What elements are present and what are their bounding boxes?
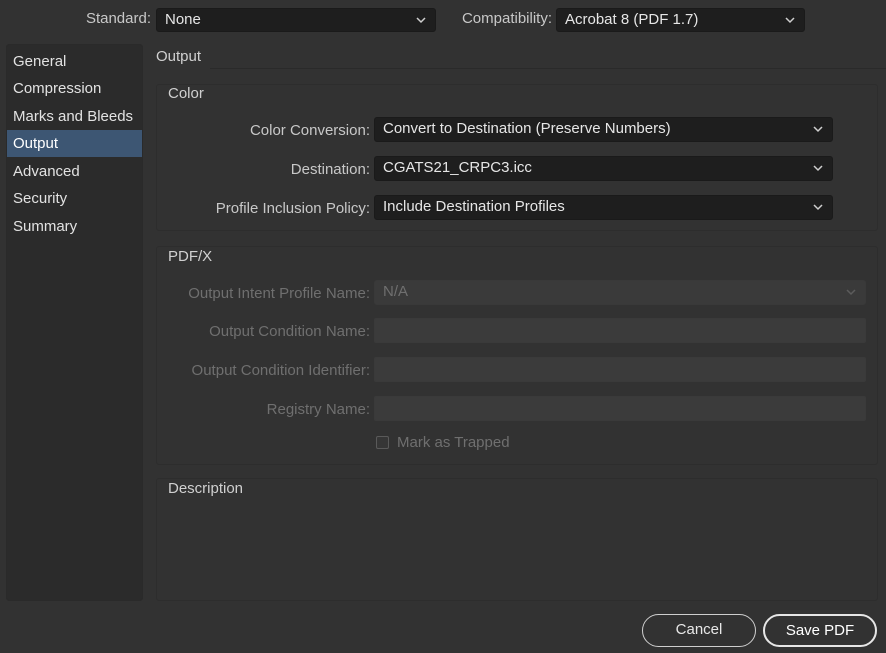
chevron-down-icon — [845, 285, 857, 299]
sidebar: General Compression Marks and Bleeds Out… — [6, 44, 143, 601]
profile-inclusion-policy-select[interactable]: Include Destination Profiles — [374, 195, 833, 220]
mark-as-trapped-label: Mark as Trapped — [397, 434, 510, 451]
destination-label: Destination: — [290, 161, 370, 178]
cancel-button[interactable]: Cancel — [642, 614, 756, 647]
sidebar-item-advanced[interactable]: Advanced — [7, 158, 142, 185]
panel-title: Output — [156, 48, 202, 65]
output-intent-profile-label: Output Intent Profile Name: — [188, 285, 370, 302]
output-condition-name-label: Output Condition Name: — [209, 323, 370, 340]
pdfx-group-title: PDF/X — [168, 248, 213, 265]
sidebar-item-compression[interactable]: Compression — [7, 75, 142, 102]
description-group-title: Description — [168, 480, 244, 497]
sidebar-item-summary[interactable]: Summary — [7, 213, 142, 240]
destination-select[interactable]: CGATS21_CRPC3.icc — [374, 156, 833, 181]
output-condition-identifier-field[interactable] — [374, 357, 866, 382]
registry-name-label: Registry Name: — [266, 401, 370, 418]
color-conversion-select[interactable]: Convert to Destination (Preserve Numbers… — [374, 117, 833, 142]
registry-name-field[interactable] — [374, 396, 866, 421]
description-text — [168, 505, 868, 593]
chevron-down-icon — [812, 122, 824, 136]
standard-label: Standard: — [85, 10, 151, 27]
destination-value: CGATS21_CRPC3.icc — [383, 159, 532, 176]
output-condition-name-field[interactable] — [374, 318, 866, 343]
pdfx-group — [156, 246, 878, 465]
output-intent-profile-select[interactable]: N/A — [374, 280, 866, 305]
chevron-down-icon — [784, 13, 796, 27]
sidebar-item-general[interactable]: General — [7, 48, 142, 75]
compatibility-label: Compatibility: — [461, 10, 552, 27]
sidebar-item-marks-and-bleeds[interactable]: Marks and Bleeds — [7, 103, 142, 130]
profile-inclusion-policy-label: Profile Inclusion Policy: — [215, 200, 370, 217]
output-intent-profile-value: N/A — [383, 283, 409, 300]
chevron-down-icon — [812, 200, 824, 214]
save-pdf-button[interactable]: Save PDF — [763, 614, 877, 647]
chevron-down-icon — [415, 13, 427, 27]
color-conversion-value: Convert to Destination (Preserve Numbers… — [383, 120, 671, 137]
color-group-title: Color — [168, 85, 204, 102]
profile-inclusion-policy-value: Include Destination Profiles — [383, 198, 565, 215]
sidebar-item-output[interactable]: Output — [7, 130, 142, 157]
compatibility-select[interactable]: Acrobat 8 (PDF 1.7) — [556, 8, 805, 32]
sidebar-item-security[interactable]: Security — [7, 185, 142, 212]
standard-select[interactable]: None — [156, 8, 436, 32]
compatibility-value: Acrobat 8 (PDF 1.7) — [565, 11, 699, 28]
standard-value: None — [165, 11, 201, 28]
title-divider — [210, 68, 886, 69]
mark-as-trapped-checkbox[interactable] — [376, 436, 389, 449]
chevron-down-icon — [812, 161, 824, 175]
output-condition-identifier-label: Output Condition Identifier: — [191, 362, 370, 379]
color-conversion-label: Color Conversion: — [249, 122, 370, 139]
